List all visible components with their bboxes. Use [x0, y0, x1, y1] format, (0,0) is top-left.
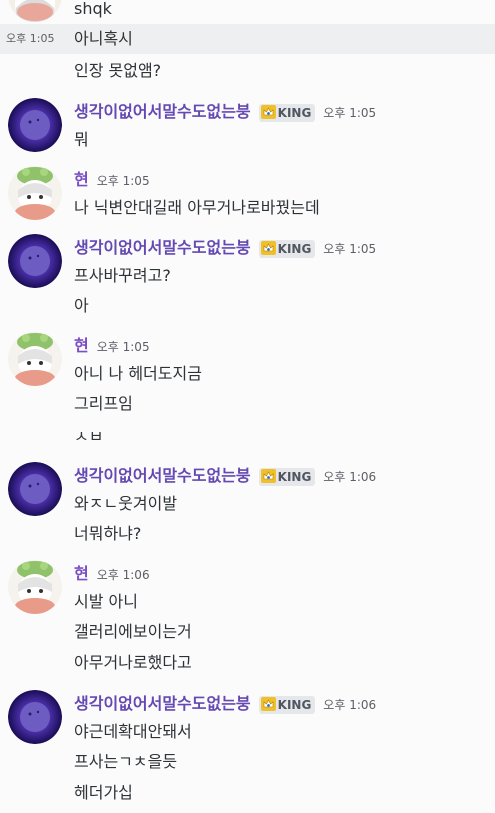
message-group: 생각이없어서말수도없는붕 KING 오후 1:06 와ㅈㄴ웃겨이발 너뭐하냐? [0, 462, 495, 550]
message-text: 아 [74, 296, 89, 315]
message-line[interactable]: 헤더가십 [0, 778, 495, 808]
message-header: 생각이없어서말수도없는붕 KING 오후 1:06 [0, 462, 495, 490]
message-text: 인장 못없앰? [74, 61, 162, 80]
message-text: 뭐 [74, 130, 89, 149]
username[interactable]: 생각이없어서말수도없는붕 [74, 102, 251, 121]
role-badge: KING [258, 103, 316, 122]
message-text: 아무거나로했다고 [74, 653, 192, 672]
message-text: 그리프임 [74, 394, 133, 413]
role-badge-label: KING [277, 697, 312, 712]
message-group: 현 오후 1:06 시발 아니 갤러리에보이는거 아무거나로했다고 [0, 560, 495, 678]
username[interactable]: 현 [74, 564, 89, 583]
message-line[interactable]: 프사는ㄱㅊ을듯 [0, 746, 495, 778]
role-badge-label: KING [277, 241, 312, 256]
message-text: 시발 아니 [74, 592, 138, 611]
username[interactable]: 생각이없어서말수도없는붕 [74, 238, 251, 257]
message-header: 생각이없어서말수도없는붕 KING 오후 1:05 [0, 98, 495, 126]
message-line[interactable]: ㅅㅂ [0, 420, 495, 442]
role-badge-label: KING [277, 105, 312, 120]
crown-icon [260, 240, 276, 255]
message-header: 생각이없어서말수도없는붕 KING 오후 1:06 [0, 690, 495, 718]
username[interactable]: 생각이없어서말수도없는붕 [74, 466, 251, 485]
username[interactable]: 생각이없어서말수도없는붕 [74, 694, 251, 713]
timestamp: 오후 1:05 [323, 242, 377, 256]
message-group: 생각이없어서말수도없는붕 KING 오후 1:05 뭐 [0, 98, 495, 154]
message-line[interactable]: 아무거나로했다고 [0, 648, 495, 678]
message-group: 생각이없어서말수도없는붕 KING 오후 1:06 야근데확대안돼서 프사는ㄱㅊ을듯… [0, 690, 495, 808]
message-text: 너뭐하냐? [74, 524, 142, 543]
message-line[interactable]: 야근데확대안돼서 [0, 718, 495, 746]
message-line[interactable]: 인장 못없앰? [0, 56, 495, 86]
message-group: 현 오후 1:05 나 닉변안대길래 아무거나로바꿨는데 [0, 166, 495, 222]
message-header: 생각이없어서말수도없는붕 KING 오후 1:05 [0, 234, 495, 262]
timestamp: 오후 1:06 [323, 698, 377, 712]
username[interactable]: 현 [74, 170, 89, 189]
crown-icon [260, 696, 276, 711]
timestamp: 오후 1:06 [96, 568, 150, 582]
message-line[interactable]: 갤러리에보이는거 [0, 616, 495, 648]
message-line[interactable]: 그리프임 [0, 388, 495, 420]
message-text: 나 닉변안대길래 아무거나로바꿨는데 [74, 198, 320, 217]
message-line[interactable]: 너뭐하냐? [0, 518, 495, 550]
message-text: 야근데확대안돼서 [74, 722, 192, 741]
username[interactable]: 현 [74, 336, 89, 355]
message-group-shqk: shqk [0, 0, 495, 24]
message-text: ㅅㅂ [74, 427, 104, 442]
message-line[interactable]: 와ㅈㄴ웃겨이발 [0, 490, 495, 518]
timestamp: 오후 1:06 [323, 470, 377, 484]
username-shqk[interactable]: shqk [74, 0, 112, 18]
hover-timestamp: 오후 1:05 [6, 32, 55, 45]
role-badge: KING [258, 467, 316, 486]
message-line[interactable]: 오후 1:05 아니혹시 [0, 24, 495, 54]
role-badge-label: KING [277, 469, 312, 484]
message-text: 아니 나 헤더도지금 [74, 364, 202, 383]
timestamp: 오후 1:05 [96, 340, 150, 354]
message-line[interactable]: 뭐 [0, 126, 495, 154]
message-header: 현 오후 1:06 [0, 560, 495, 588]
message-header: 현 오후 1:05 [0, 166, 495, 194]
crown-icon [260, 468, 276, 483]
timestamp: 오후 1:05 [323, 106, 377, 120]
message-text: 아니혹시 [74, 29, 133, 48]
role-badge: KING [258, 239, 316, 258]
message-group: 현 오후 1:05 아니 나 헤더도지금 그리프임 ㅅㅂ [0, 332, 495, 442]
message-line[interactable]: 시발 아니 [0, 588, 495, 616]
message-line[interactable]: 나 닉변안대길래 아무거나로바꿨는데 [0, 194, 495, 222]
message-group: 생각이없어서말수도없는붕 KING 오후 1:05 프사바꾸려고? 아 [0, 234, 495, 322]
message-text: 갤러리에보이는거 [74, 622, 192, 641]
message-text: 와ㅈㄴ웃겨이발 [74, 494, 178, 513]
role-badge: KING [258, 695, 316, 714]
message-line[interactable]: 프사바꾸려고? [0, 262, 495, 290]
message-text: 프사바꾸려고? [74, 266, 171, 285]
message-line[interactable]: 아니 나 헤더도지금 [0, 360, 495, 388]
message-text: 헤더가십 [74, 783, 133, 802]
message-header: 현 오후 1:05 [0, 332, 495, 360]
timestamp: 오후 1:05 [96, 174, 150, 188]
message-text: 프사는ㄱㅊ을듯 [74, 752, 178, 771]
chat-log: shqk 오후 1:05 아니혹시 인장 못없앰? 생각이없어서말수도없는붕 KI… [0, 0, 495, 813]
message-line[interactable]: 아 [0, 290, 495, 322]
crown-icon [260, 104, 276, 119]
